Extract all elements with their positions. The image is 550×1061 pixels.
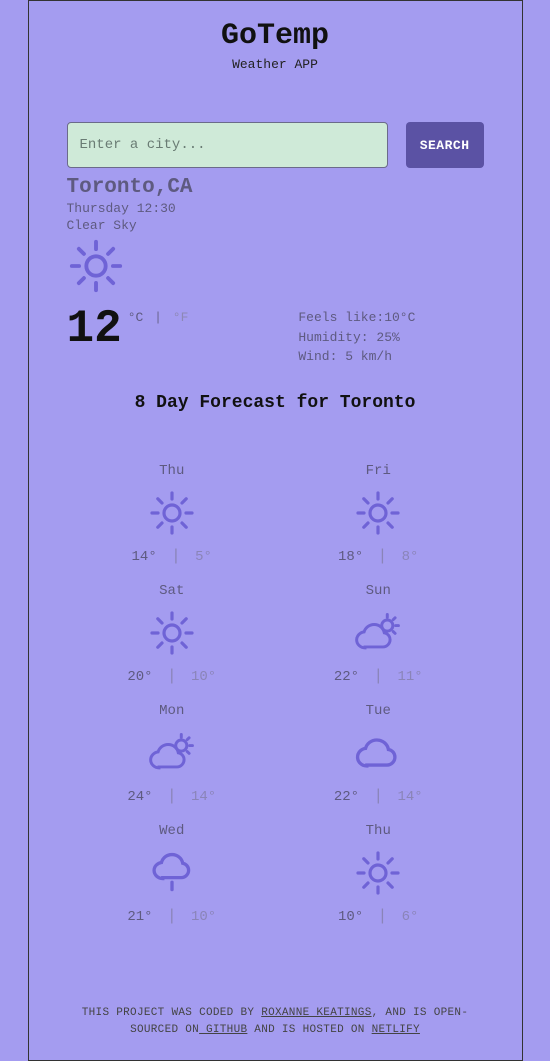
github-link[interactable]: GITHUB xyxy=(199,1024,247,1036)
forecast-temps: 10° | 6° xyxy=(295,907,462,925)
temp-separator: | xyxy=(373,787,383,805)
forecast-day: Mon 24° | 14° xyxy=(89,703,256,805)
forecast-temps: 22° | 14° xyxy=(295,787,462,805)
city-input[interactable] xyxy=(67,122,388,168)
author-link[interactable]: ROXANNE KEATINGS xyxy=(261,1007,371,1019)
forecast-day-name: Tue xyxy=(295,703,462,719)
temp-separator: | xyxy=(373,667,383,685)
temp-block: 12 °C | °F xyxy=(67,306,189,352)
sun-icon xyxy=(67,282,125,300)
forecast-temps: 21° | 10° xyxy=(89,907,256,925)
location-block: Toronto,CA Thursday 12:30 Clear Sky xyxy=(29,176,522,233)
forecast-temps: 18° | 8° xyxy=(295,547,462,565)
temp-separator: | xyxy=(378,547,388,565)
forecast-temps: 14° | 5° xyxy=(89,547,256,565)
forecast-title: 8 Day Forecast for Toronto xyxy=(135,393,416,413)
forecast-low: 10° xyxy=(191,909,216,925)
weather-details: Feels like:10°C Humidity: 25% Wind: 5 km… xyxy=(298,308,415,367)
temp-value: 12 xyxy=(67,306,122,352)
forecast-day-name: Fri xyxy=(295,463,462,479)
condition-text: Clear Sky xyxy=(67,218,484,233)
wind-value: 5 km/h xyxy=(345,349,392,364)
footer-t3: AND IS HOSTED ON xyxy=(247,1024,371,1036)
forecast-high: 20° xyxy=(127,669,152,685)
humidity-label: Humidity: xyxy=(298,330,368,345)
forecast-low: 11° xyxy=(397,669,422,685)
forecast-low: 5° xyxy=(195,549,212,565)
search-row: SEARCH xyxy=(29,122,522,168)
sun-icon xyxy=(89,605,256,661)
forecast-day: Tue 22° | 14° xyxy=(295,703,462,805)
forecast-low: 8° xyxy=(402,549,419,565)
footer-t1: THIS PROJECT WAS CODED BY xyxy=(82,1007,261,1019)
forecast-low: 10° xyxy=(191,669,216,685)
location-name: Toronto,CA xyxy=(67,176,484,199)
temp-separator: | xyxy=(167,667,177,685)
temp-separator: | xyxy=(171,547,181,565)
forecast-day: Wed 21° | 10° xyxy=(89,823,256,925)
app-card: GoTemp Weather APP SEARCH Toronto,CA Thu… xyxy=(28,0,523,1061)
unit-f[interactable]: °F xyxy=(173,310,189,325)
forecast-high: 22° xyxy=(334,669,359,685)
temp-separator: | xyxy=(167,787,177,805)
app-subtitle: Weather APP xyxy=(232,57,318,72)
forecast-day-name: Sat xyxy=(89,583,256,599)
forecast-day-name: Sun xyxy=(295,583,462,599)
temp-separator: | xyxy=(167,907,177,925)
humidity-value: 25% xyxy=(376,330,399,345)
unit-c[interactable]: °C xyxy=(128,310,144,325)
sun-icon xyxy=(89,485,256,541)
forecast-low: 6° xyxy=(402,909,419,925)
wind-label: Wind: xyxy=(298,349,337,364)
forecast-high: 21° xyxy=(127,909,152,925)
forecast-day: Sat 20° | 10° xyxy=(89,583,256,685)
forecast-day-name: Wed xyxy=(89,823,256,839)
search-button[interactable]: SEARCH xyxy=(406,122,484,168)
forecast-temps: 22° | 11° xyxy=(295,667,462,685)
unit-separator: | xyxy=(154,310,162,325)
sun-icon xyxy=(295,485,462,541)
footer-text: THIS PROJECT WAS CODED BY ROXANNE KEATIN… xyxy=(29,1005,522,1040)
forecast-grid: Thu 14° | 5° Fri 18° | 8° Sat 20° | 10° … xyxy=(29,463,522,925)
forecast-day: Thu 10° | 6° xyxy=(295,823,462,925)
partly-icon xyxy=(295,605,462,661)
rain-icon xyxy=(89,845,256,901)
temp-separator: | xyxy=(378,907,388,925)
forecast-high: 24° xyxy=(127,789,152,805)
netlify-link[interactable]: NETLIFY xyxy=(372,1024,420,1036)
forecast-temps: 24° | 14° xyxy=(89,787,256,805)
forecast-low: 14° xyxy=(397,789,422,805)
forecast-high: 10° xyxy=(338,909,363,925)
feels-like-value: 10°C xyxy=(384,310,415,325)
location-datetime: Thursday 12:30 xyxy=(67,201,484,216)
sun-icon xyxy=(295,845,462,901)
forecast-day-name: Thu xyxy=(89,463,256,479)
partly-icon xyxy=(89,725,256,781)
forecast-high: 14° xyxy=(132,549,157,565)
app-title: GoTemp xyxy=(221,19,329,53)
current-weather: 12 °C | °F Feels like:10°C Humidity: 25%… xyxy=(29,237,522,367)
forecast-day: Thu 14° | 5° xyxy=(89,463,256,565)
cloud-icon xyxy=(295,725,462,781)
forecast-day: Fri 18° | 8° xyxy=(295,463,462,565)
forecast-low: 14° xyxy=(191,789,216,805)
unit-toggle[interactable]: °C | °F xyxy=(128,310,189,325)
forecast-high: 18° xyxy=(338,549,363,565)
forecast-high: 22° xyxy=(334,789,359,805)
forecast-day: Sun 22° | 11° xyxy=(295,583,462,685)
feels-like-label: Feels like: xyxy=(298,310,384,325)
forecast-temps: 20° | 10° xyxy=(89,667,256,685)
forecast-day-name: Thu xyxy=(295,823,462,839)
forecast-day-name: Mon xyxy=(89,703,256,719)
